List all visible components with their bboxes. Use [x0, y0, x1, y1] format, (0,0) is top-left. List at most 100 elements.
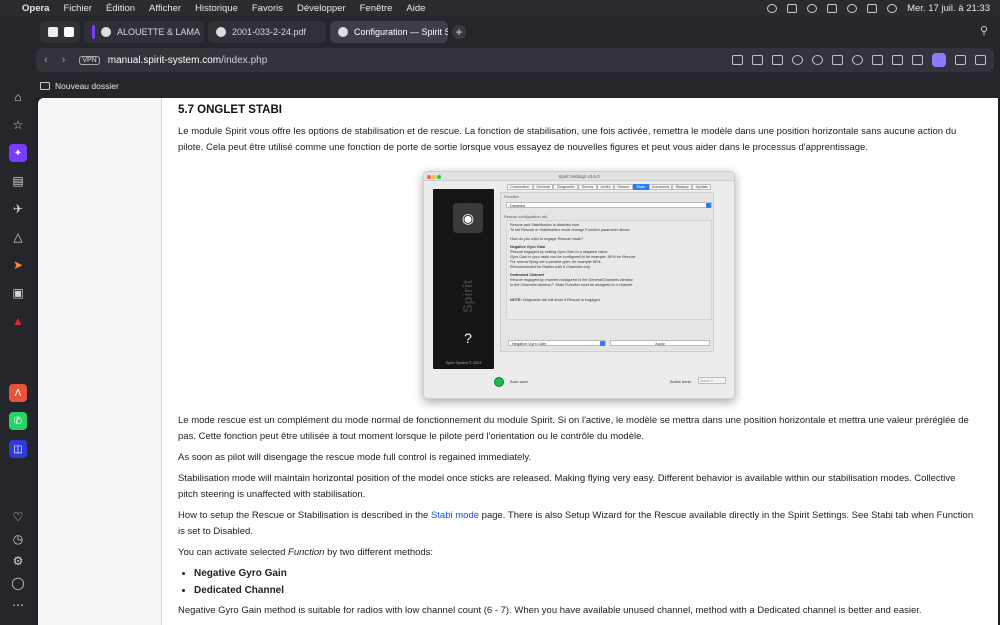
wifi-icon[interactable]	[827, 3, 838, 13]
tab-stabi: Stabi	[632, 184, 649, 190]
menu-fichier[interactable]: Fichier	[63, 3, 92, 14]
note-label: NOTE:	[510, 297, 522, 302]
stabi-mode-link[interactable]: Stabi mode	[431, 510, 479, 521]
more-dots-icon[interactable]: ⋯	[9, 596, 27, 614]
globe-icon	[338, 27, 348, 37]
headphones-icon[interactable]: ◫	[9, 440, 27, 458]
lightbulb-icon[interactable]: ◯	[9, 574, 27, 592]
shield-icon[interactable]	[792, 55, 803, 65]
tab-search-icon[interactable]: ⚲	[980, 24, 988, 37]
heart-icon[interactable]	[852, 55, 863, 65]
play-status-icon[interactable]	[807, 3, 818, 13]
pinned-tab-icon[interactable]	[64, 27, 74, 37]
heart-icon[interactable]: ♡	[9, 508, 27, 526]
menu-fenetre[interactable]: Fenêtre	[360, 3, 393, 14]
paragraph: Le module Spirit vous offre les options …	[178, 126, 957, 153]
browser-chrome: ALOUETTE & LAMA 2001-033-2-24.pdf Config…	[0, 16, 1000, 98]
menu-edition[interactable]: Édition	[106, 3, 135, 14]
tab-pdf[interactable]: 2001-033-2-24.pdf	[208, 21, 326, 43]
extensions-icon[interactable]	[812, 55, 823, 65]
url-domain: manual.spirit-system.com	[107, 54, 222, 66]
bookmarks-bar: Nouveau dossier	[40, 78, 119, 94]
spotlight-search-icon[interactable]	[847, 3, 858, 13]
menu-icon[interactable]	[975, 55, 986, 65]
paragraph: How to setup the Rescue or Stabilisation…	[178, 508, 978, 540]
menu-historique[interactable]: Historique	[195, 3, 238, 14]
tab-configuration-spirit[interactable]: Configuration — Spirit S	[330, 21, 448, 43]
paragraph: Negative Gyro Gain method is suitable fo…	[178, 605, 922, 616]
url-text[interactable]: manual.spirit-system.com/index.php	[108, 55, 268, 66]
active-bank-select: Bank 0	[698, 377, 726, 384]
help-icon: ?	[453, 323, 483, 353]
apply-button: Apply	[610, 340, 710, 346]
tab-advanced: Advanced	[648, 184, 673, 190]
home-icon[interactable]: ⌂	[9, 88, 27, 106]
download-icon[interactable]	[872, 55, 883, 65]
rocket-icon[interactable]: ➤	[9, 256, 27, 274]
menu-favoris[interactable]: Favoris	[252, 3, 283, 14]
forward-arrow-icon[interactable]: ›	[62, 54, 66, 66]
spirit-side-panel: ◉ Spirit ? Spirit System © 2023	[433, 189, 494, 369]
tab-diagnostic: Diagnostic	[553, 184, 579, 190]
note-text: Diagnostic tab will show if Rescue is en…	[521, 297, 601, 302]
folder-icon	[40, 82, 50, 90]
url-path: /index.php	[221, 54, 268, 66]
racing-icon[interactable]: ▲	[9, 312, 27, 330]
control-center-icon[interactable]	[867, 3, 878, 13]
camera-icon[interactable]	[772, 55, 783, 65]
paragraph: Le mode rescue est un complément du mode…	[178, 415, 969, 442]
aria-ai-icon[interactable]: ✦	[9, 144, 27, 162]
pinned-tab-icon[interactable]	[48, 27, 58, 37]
paragraph: You can activate selected Function by tw…	[178, 545, 978, 561]
new-tab-button[interactable]: +	[452, 25, 466, 39]
edit-icon[interactable]	[752, 55, 763, 65]
reader-icon[interactable]	[732, 55, 743, 65]
tab-label: 2001-033-2-24.pdf	[232, 27, 307, 37]
settings-gear-icon[interactable]: ⚙	[9, 552, 27, 570]
menu-afficher[interactable]: Afficher	[149, 3, 181, 14]
app-a-icon[interactable]: Λ	[9, 384, 27, 402]
list-item: Dedicated Channel	[194, 583, 978, 599]
manual-navigation-column	[38, 98, 162, 625]
menu-app-opera[interactable]: Opera	[22, 3, 49, 14]
battery-icon[interactable]	[787, 3, 798, 13]
spirit-logo: Spirit	[460, 279, 475, 313]
function-value: Disabled	[510, 203, 526, 208]
menu-aide[interactable]: Aide	[406, 3, 425, 14]
method-value: Negative Gyro Gain	[512, 341, 547, 346]
active-bank-label: Active bank:	[670, 379, 692, 384]
vpn-badge[interactable]: VPN	[79, 55, 100, 65]
tab-island-marker	[92, 25, 95, 39]
function-emphasis: Function	[288, 547, 325, 558]
tab-alouette-lama[interactable]: ALOUETTE & LAMA	[84, 21, 204, 43]
battery-saver-icon[interactable]	[892, 55, 903, 65]
chevron-down-icon	[706, 203, 711, 208]
siri-icon[interactable]	[887, 3, 898, 13]
basket-icon[interactable]: △	[9, 228, 27, 246]
list-item: Negative Gyro Gain	[194, 566, 978, 582]
star-icon[interactable]: ☆	[9, 116, 27, 134]
paragraph: Stabilisation mode will maintain horizon…	[178, 473, 956, 500]
bookmark-folder-nouveau-dossier[interactable]: Nouveau dossier	[55, 81, 119, 91]
profile-icon[interactable]	[932, 53, 946, 67]
address-bar[interactable]: ‹ › VPN manual.spirit-system.com/index.p…	[36, 48, 994, 72]
tab-strip: ALOUETTE & LAMA 2001-033-2-24.pdf Config…	[40, 21, 466, 43]
whatsapp-icon[interactable]: ✆	[9, 412, 27, 430]
history-icon[interactable]: ◷	[9, 530, 27, 548]
menu-developper[interactable]: Développer	[297, 3, 346, 14]
gamepad-icon[interactable]: ▣	[9, 284, 27, 302]
screenshot-window-title: Spirit Settings v3.6.0	[558, 174, 600, 179]
accessibility-icon[interactable]	[767, 3, 778, 13]
cube-icon[interactable]	[955, 55, 966, 65]
tab-label: Configuration — Spirit S	[354, 27, 448, 37]
easy-setup-icon[interactable]	[912, 55, 923, 65]
play-icon[interactable]	[832, 55, 843, 65]
back-arrow-icon[interactable]: ‹	[44, 54, 48, 66]
function-select: Disabled	[506, 202, 712, 208]
clock-datetime[interactable]: Mer. 17 juil. à 21:33	[907, 3, 990, 14]
toolbar-icons	[732, 53, 986, 67]
wallet-icon[interactable]: ▤	[9, 172, 27, 190]
pinned-tabs[interactable]	[40, 21, 80, 43]
globe-icon	[216, 27, 226, 37]
aircraft-icon[interactable]: ✈	[9, 200, 27, 218]
